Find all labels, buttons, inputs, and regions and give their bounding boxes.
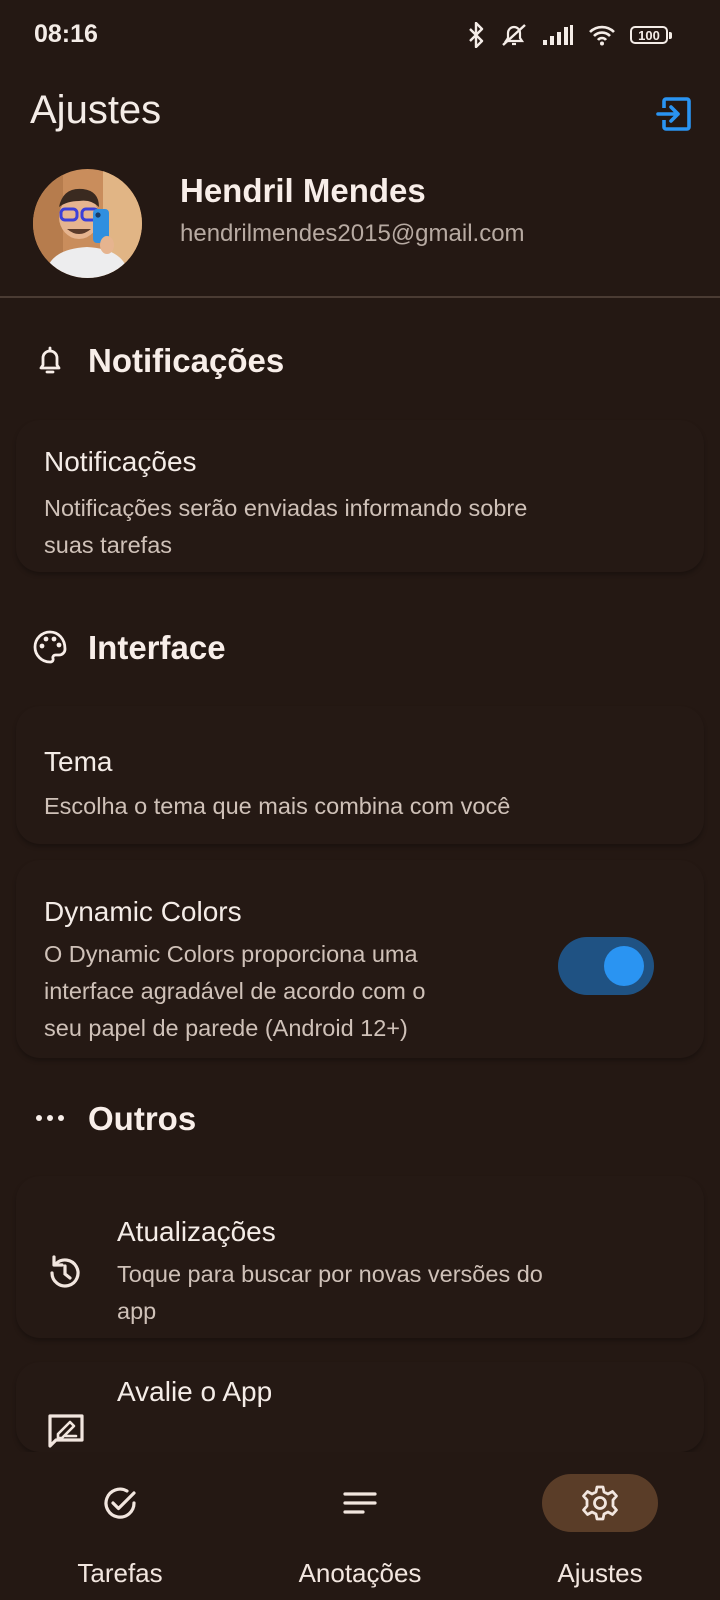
bell-icon <box>39 346 61 374</box>
nav-item-anotacoes[interactable]: Anotações <box>240 1452 480 1600</box>
setting-title: Tema <box>44 746 113 777</box>
profile-email: hendrilmendes2015@gmail.com <box>180 220 525 247</box>
muted-bell-icon <box>502 24 526 46</box>
setting-theme[interactable]: Tema Escolha o tema que mais combina com… <box>16 706 704 844</box>
notes-icon <box>343 1492 377 1514</box>
more-horizontal-icon <box>36 1115 64 1121</box>
avatar-image <box>33 169 142 278</box>
nav-label: Ajustes <box>557 1558 643 1588</box>
setting-title: Notificações <box>44 446 197 477</box>
nav-label: Tarefas <box>77 1558 163 1588</box>
divider <box>0 296 720 298</box>
setting-description-line: Notificações serão enviadas informando s… <box>44 495 528 521</box>
logout-button[interactable] <box>654 94 694 134</box>
signal-icon <box>543 25 573 45</box>
setting-rate-app[interactable]: Avalie o App <box>16 1362 704 1452</box>
section-title-interface: Interface <box>88 629 226 666</box>
setting-description-line: O Dynamic Colors proporciona uma <box>44 941 418 967</box>
profile-name: Hendril Mendes <box>180 172 426 209</box>
logout-icon <box>656 97 691 131</box>
toggle-knob <box>604 946 644 986</box>
palette-icon <box>33 630 67 664</box>
setting-title: Avalie o App <box>117 1376 273 1407</box>
section-header-others <box>32 1100 68 1141</box>
setting-description-line: Toque para buscar por novas versões do <box>117 1261 543 1287</box>
section-title-notifications: Notificações <box>88 342 285 379</box>
nav-item-tarefas[interactable]: Tarefas <box>0 1452 240 1600</box>
bluetooth-icon <box>469 22 484 48</box>
setting-description-line: app <box>117 1298 157 1324</box>
nav-item-ajustes[interactable]: Ajustes <box>480 1452 720 1600</box>
dynamic-colors-toggle[interactable] <box>558 937 654 995</box>
status-icons: 100 <box>466 22 672 48</box>
nav-label: Anotações <box>298 1558 422 1588</box>
wifi-icon <box>589 25 615 46</box>
battery-level: 100 <box>638 27 660 43</box>
update-icon <box>50 1255 80 1288</box>
section-title-others: Outros <box>88 1100 197 1137</box>
section-header-interface <box>32 629 68 670</box>
bottom-navigation: Tarefas Anotações Ajustes <box>0 1452 720 1600</box>
avatar <box>33 169 142 278</box>
setting-description-line: seu papel de parede (Android 12+) <box>44 1015 408 1041</box>
page-title: Ajustes <box>30 88 162 132</box>
setting-updates[interactable]: Atualizações Toque para buscar por novas… <box>16 1176 704 1338</box>
check-circle-icon <box>104 1487 136 1519</box>
setting-title: Atualizações <box>117 1216 276 1247</box>
setting-description-line: suas tarefas <box>44 532 173 558</box>
status-time: 08:16 <box>34 20 98 48</box>
setting-description-line: Escolha o tema que mais combina com você <box>44 793 511 819</box>
gear-icon <box>582 1485 618 1521</box>
setting-title: Dynamic Colors <box>44 896 242 927</box>
section-header-notifications <box>32 342 68 383</box>
setting-description-line: interface agradável de acordo com o <box>44 978 426 1004</box>
status-bar: 08:16 100 <box>0 0 720 72</box>
setting-notifications[interactable]: Notificações Notificações serão enviadas… <box>16 420 704 572</box>
battery-icon: 100 <box>630 26 672 44</box>
rate-icon <box>48 1414 84 1448</box>
